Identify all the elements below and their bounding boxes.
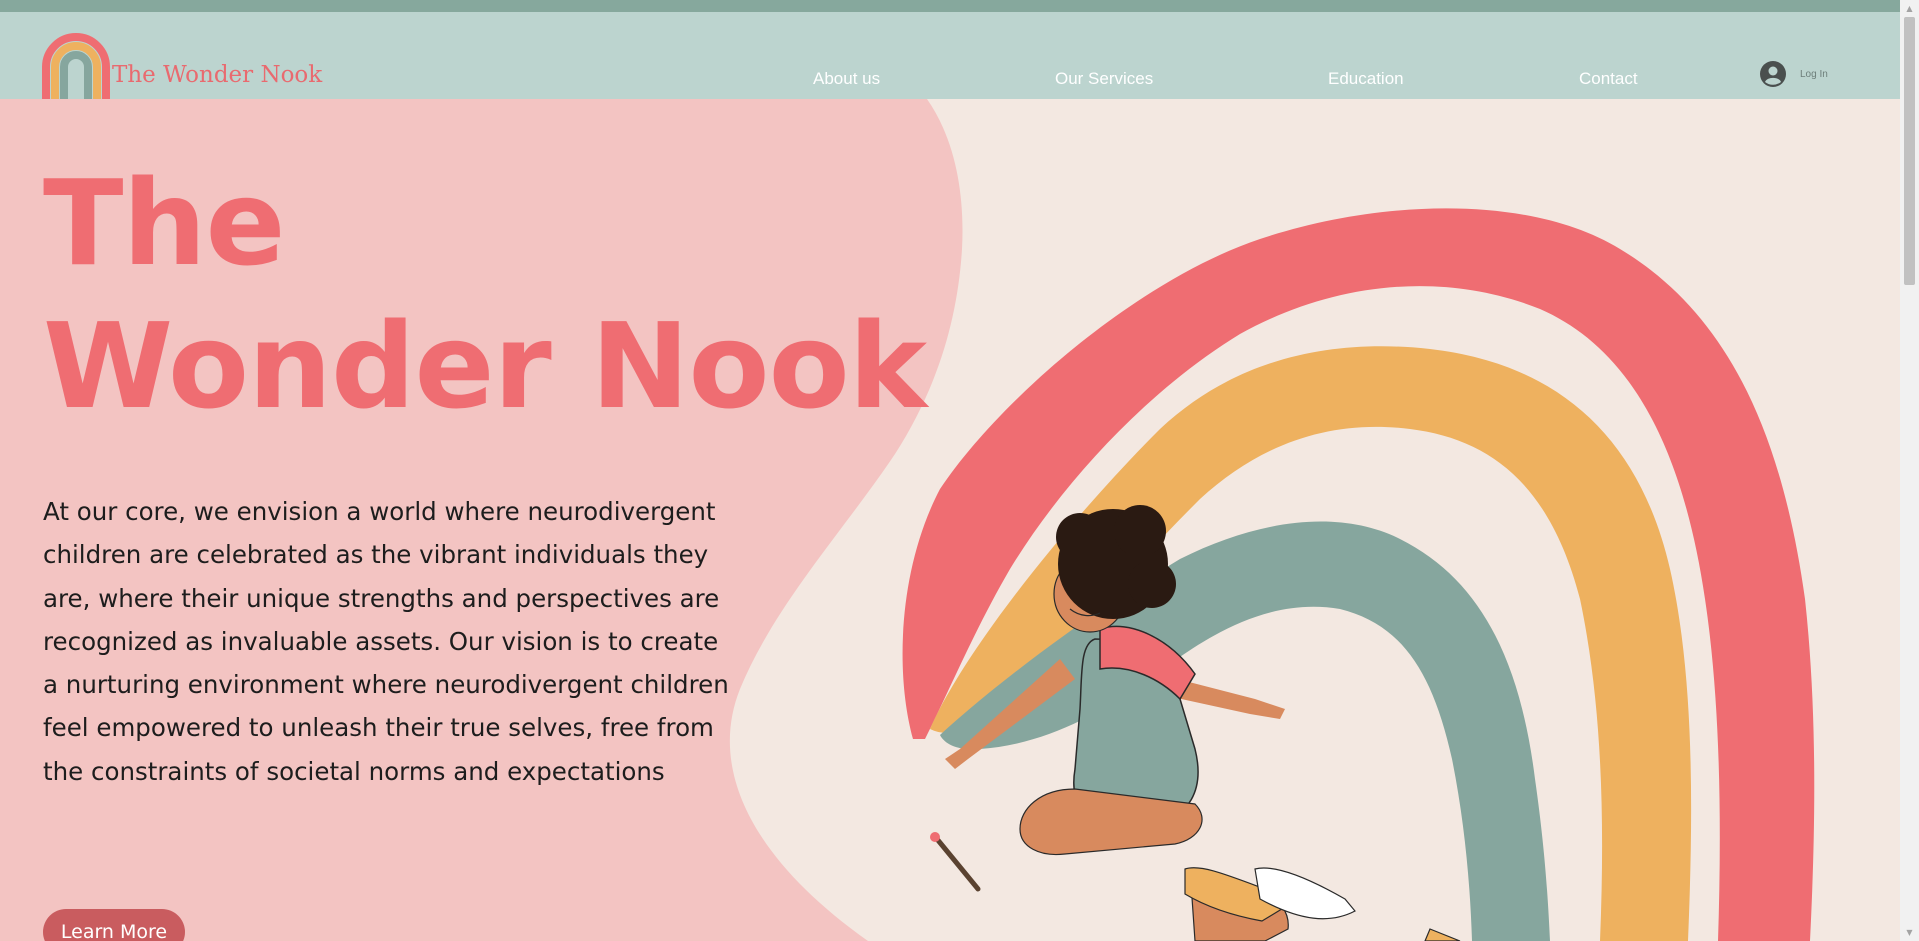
rainbow-logo-icon [42,33,110,99]
scroll-up-arrow-icon[interactable]: ▲ [1900,0,1919,17]
user-avatar-icon [1760,61,1786,87]
brand-name[interactable]: The Wonder Nook [112,62,322,88]
login-label: Log In [1800,68,1828,80]
top-accent-strip [0,0,1919,12]
hero-title-line-2: Wonder Nook [43,297,927,435]
learn-more-button[interactable]: Learn More [43,909,185,941]
login-button[interactable]: Log In [1760,56,1828,92]
nav-contact[interactable]: Contact [1579,69,1638,89]
hero-vision-paragraph: At our core, we envision a world where n… [43,497,729,786]
nav-our-services[interactable]: Our Services [1055,69,1153,89]
scrollbar-thumb[interactable] [1904,17,1915,285]
nav-education[interactable]: Education [1328,69,1404,89]
hero-section: The Wonder Nook At our core, we envision… [0,99,1900,941]
site-header: The Wonder Nook About us Our Services Ed… [0,12,1900,99]
scroll-down-arrow-icon[interactable]: ▼ [1900,924,1919,941]
hero-title-line-1: The [43,154,286,292]
nav-about-us[interactable]: About us [813,69,880,89]
vertical-scrollbar[interactable]: ▲ ▼ [1900,0,1919,941]
